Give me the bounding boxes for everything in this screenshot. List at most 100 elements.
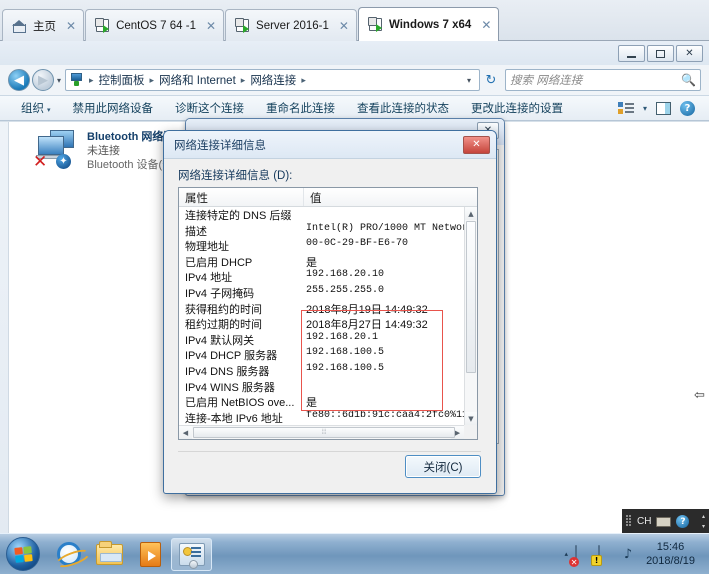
- breadcrumb-dropdown-icon[interactable]: ▾: [462, 76, 476, 85]
- tab-close-icon[interactable]: ✕: [339, 20, 349, 32]
- tab-close-icon[interactable]: ✕: [66, 20, 76, 32]
- table-row[interactable]: 已启用 NetBIOS ove... 是: [179, 394, 464, 410]
- row-property: 物理地址: [185, 241, 229, 254]
- help-icon[interactable]: ?: [676, 515, 690, 528]
- dialog-close-action-button[interactable]: 关闭(C): [405, 455, 481, 478]
- window-controls: ✕: [618, 45, 703, 62]
- taskbar-button-internet-explorer[interactable]: [48, 538, 89, 571]
- column-header-property[interactable]: 属性: [179, 188, 304, 206]
- row-property: IPv4 地址: [185, 272, 233, 285]
- column-header-value[interactable]: 值: [304, 188, 477, 206]
- bluetooth-icon: ✦: [56, 154, 71, 169]
- command-bar-right: ▾ ?: [617, 100, 699, 116]
- table-row[interactable]: IPv4 DHCP 服务器 192.168.100.5: [179, 347, 464, 363]
- view-dropdown-caret-icon[interactable]: ▾: [643, 104, 647, 113]
- row-property: IPv4 DHCP 服务器: [185, 350, 278, 363]
- command-diagnose[interactable]: 诊断这个连接: [164, 100, 255, 116]
- row-value: 192.168.100.5: [306, 347, 385, 359]
- table-row[interactable]: 连接-本地 IPv6 地址 fe80::6d1b:91c:caa4:2fc0%11: [179, 410, 464, 425]
- command-organize[interactable]: 组织 ▾: [10, 100, 62, 116]
- ime-expand-icons[interactable]: ▴ ▾: [702, 513, 709, 530]
- minimize-button[interactable]: [618, 45, 645, 62]
- clock[interactable]: 15:46 2018/8/19: [642, 540, 699, 568]
- dialog-divider: [178, 451, 481, 452]
- row-property: IPv4 默认网关: [185, 334, 255, 347]
- breadcrumb-item-control-panel[interactable]: 控制面板: [97, 71, 147, 89]
- change-view-icon[interactable]: [617, 101, 634, 115]
- help-icon[interactable]: ?: [680, 100, 695, 116]
- scroll-left-icon[interactable]: ◀: [179, 426, 192, 439]
- table-row[interactable]: 租约过期的时间 2018年8月27日 14:49:32: [179, 316, 464, 332]
- table-row[interactable]: 物理地址 00-0C-29-BF-E6-70: [179, 238, 464, 254]
- window-title-bar: ✕: [0, 41, 709, 65]
- volume-icon[interactable]: ♪: [621, 547, 635, 562]
- command-change-settings[interactable]: 更改此连接的设置: [460, 100, 574, 116]
- tab-close-icon[interactable]: ✕: [206, 20, 216, 32]
- table-row[interactable]: IPv4 默认网关 192.168.20.1: [179, 332, 464, 348]
- vertical-scrollbar-thumb[interactable]: [466, 221, 476, 373]
- command-view-status[interactable]: 查看此连接的状态: [346, 100, 460, 116]
- search-box[interactable]: 搜索 网络连接 🔍: [505, 69, 701, 91]
- breadcrumb-bar[interactable]: ▸ 控制面板 ▸ 网络和 Internet ▸ 网络连接 ▸ ▾: [65, 69, 480, 91]
- refresh-icon[interactable]: ↻: [480, 73, 502, 88]
- row-value: fe80::6d1b:91c:caa4:2fc0%11: [306, 409, 464, 421]
- table-row[interactable]: 获得租约的时间 2018年8月19日 14:49:32: [179, 301, 464, 317]
- horizontal-scrollbar[interactable]: ◀ ⦙⦙⦙ ▶: [179, 425, 464, 439]
- tab-close-icon[interactable]: ✕: [481, 19, 491, 31]
- preview-pane-icon[interactable]: [656, 101, 671, 115]
- vm-icon: [235, 18, 250, 33]
- row-property: 连接-本地 IPv6 地址: [185, 412, 283, 425]
- vm-icon: [367, 17, 383, 32]
- breadcrumb-item-network-connections[interactable]: 网络连接: [248, 71, 298, 89]
- back-button[interactable]: ◀: [8, 69, 30, 91]
- ime-language-label[interactable]: CH: [637, 516, 651, 527]
- home-icon: [12, 19, 27, 33]
- chevron-up-icon[interactable]: ▴: [702, 513, 705, 520]
- start-button[interactable]: [6, 537, 40, 571]
- tab-label: Server 2016-1: [256, 19, 329, 32]
- table-row[interactable]: 已启用 DHCP 是: [179, 254, 464, 270]
- command-disable-device[interactable]: 禁用此网络设备: [62, 100, 165, 116]
- dialog-close-button[interactable]: ✕: [463, 135, 490, 154]
- horizontal-scrollbar-track[interactable]: ⦙⦙⦙: [192, 426, 455, 439]
- breadcrumb-item-network-internet[interactable]: 网络和 Internet: [157, 71, 238, 89]
- horizontal-scrollbar-thumb[interactable]: ⦙⦙⦙: [193, 427, 455, 438]
- table-row[interactable]: 连接特定的 DNS 后缀: [179, 207, 464, 223]
- command-rename[interactable]: 重命名此连接: [255, 100, 346, 116]
- row-property: 描述: [185, 225, 207, 238]
- action-center-flag-icon[interactable]: [598, 545, 614, 564]
- tab-server-2016-1[interactable]: Server 2016-1 ✕: [225, 9, 357, 41]
- maximize-button[interactable]: [647, 45, 674, 62]
- recent-pages-caret-icon[interactable]: ▾: [57, 76, 61, 85]
- taskbar-button-network-connections[interactable]: [171, 537, 212, 571]
- table-row[interactable]: IPv4 DNS 服务器 192.168.100.5: [179, 363, 464, 379]
- row-value: Intel(R) PRO/1000 MT Network C: [306, 222, 464, 234]
- tab-label: CentOS 7 64 -1: [116, 19, 196, 32]
- taskbar-button-windows-explorer[interactable]: [89, 538, 130, 571]
- keyboard-icon[interactable]: [656, 516, 672, 527]
- row-property: 已启用 DHCP: [185, 256, 253, 269]
- grip-icon[interactable]: [626, 515, 632, 528]
- row-value: 00-0C-29-BF-E6-70: [306, 238, 409, 250]
- scroll-down-icon[interactable]: ▼: [465, 412, 477, 425]
- tab-windows-7-x64[interactable]: Windows 7 x64 ✕: [357, 7, 500, 41]
- search-input[interactable]: 搜索 网络连接: [510, 72, 681, 88]
- table-row[interactable]: IPv4 地址 192.168.20.10: [179, 269, 464, 285]
- table-row[interactable]: IPv4 WINS 服务器: [179, 379, 464, 395]
- tab-centos-7-64-1[interactable]: CentOS 7 64 -1 ✕: [85, 9, 225, 41]
- tab-label: 主页: [33, 20, 56, 33]
- dialog-title: 网络连接详细信息: [174, 139, 266, 152]
- chevron-down-icon[interactable]: ▾: [702, 523, 705, 530]
- row-value: [302, 207, 464, 223]
- scroll-up-icon[interactable]: ▲: [465, 207, 477, 220]
- folder-icon: [96, 540, 123, 565]
- tab-home[interactable]: 主页 ✕: [2, 9, 85, 41]
- table-row[interactable]: 描述 Intel(R) PRO/1000 MT Network C: [179, 223, 464, 239]
- show-hidden-icons-caret-icon[interactable]: ▴: [565, 550, 569, 558]
- network-tray-icon[interactable]: [575, 545, 591, 564]
- close-button[interactable]: ✕: [676, 45, 703, 62]
- taskbar-button-windows-media-player[interactable]: [130, 538, 171, 571]
- vertical-scrollbar[interactable]: ▲ ▼: [464, 207, 477, 425]
- forward-button[interactable]: ▶: [32, 69, 54, 91]
- table-row[interactable]: IPv4 子网掩码 255.255.255.0: [179, 285, 464, 301]
